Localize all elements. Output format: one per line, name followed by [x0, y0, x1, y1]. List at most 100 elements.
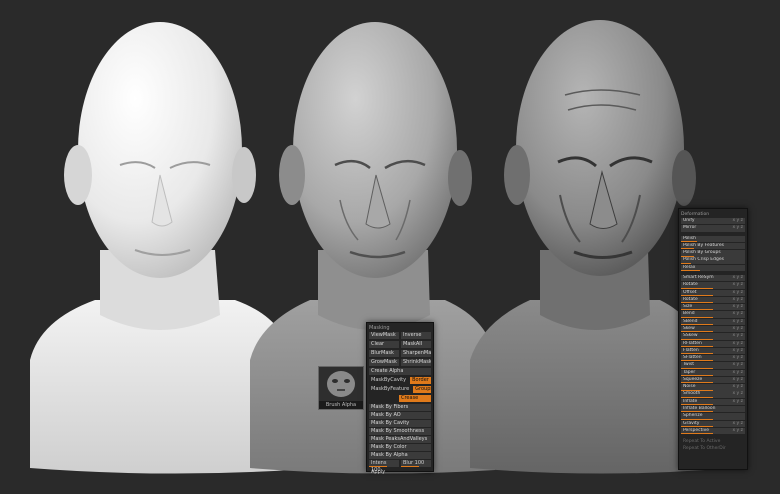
deformation-slider-fill [681, 316, 713, 318]
axis-toggle[interactable]: x y z [732, 225, 743, 231]
axis-toggle[interactable]: x y z [732, 304, 743, 310]
axis-toggle[interactable]: x y z [732, 391, 743, 397]
blur-slider[interactable]: Blur 100 [401, 460, 431, 467]
deformation-slider-fill [681, 294, 713, 296]
brush-alpha-thumbnail[interactable]: Brush Alpha [318, 366, 364, 410]
deformation-item[interactable]: Squeeze x y z [681, 376, 745, 384]
deformation-item[interactable]: SFlatten x y z [681, 355, 745, 362]
deformation-slider-fill [681, 433, 713, 435]
sharpen-mask-button[interactable]: SharpenMask [401, 350, 431, 357]
mask-by-alpha-button[interactable]: Mask By Alpha [369, 452, 431, 459]
deformation-item-label: Inflate Balloon [683, 406, 716, 412]
deformation-item[interactable]: SBend x y z [681, 318, 745, 326]
axis-toggle[interactable]: x y z [732, 377, 743, 383]
deformation-item[interactable]: Smooth x y z [681, 391, 745, 398]
axis-toggle[interactable]: x y z [732, 341, 743, 347]
crease-toggle[interactable]: Crease [399, 395, 431, 402]
deformation-item[interactable]: Relax [681, 264, 745, 272]
masking-panel: Masking ViewMask Inverse Clear MaskAll B… [366, 322, 434, 475]
deformation-slider-fill [681, 367, 713, 369]
axis-toggle[interactable]: x y z [732, 421, 743, 427]
axis-toggle[interactable]: x y z [732, 218, 743, 224]
deformation-slider-fill [681, 425, 713, 427]
mask-all-button[interactable]: MaskAll [401, 341, 431, 348]
deformation-item[interactable]: Polish [681, 235, 745, 242]
deformation-item[interactable]: Inflate x y z [681, 398, 745, 406]
mask-by-feature-label: MaskByFeature [371, 386, 410, 392]
axis-toggle[interactable]: x y z [732, 370, 743, 376]
axis-toggle[interactable]: Dir [719, 446, 726, 451]
deformation-slider-fill [681, 248, 694, 250]
mask-peaks-valleys-button[interactable]: Mask PeaksAndValleys [369, 436, 431, 443]
deformation-item-label: Squeeze [683, 376, 703, 382]
axis-toggle[interactable]: x y z [732, 275, 743, 281]
axis-toggle[interactable]: x y z [732, 290, 743, 296]
deformation-item[interactable]: Offset x y z [681, 289, 745, 296]
deformation-item[interactable]: Mirror x y z [681, 225, 745, 232]
axis-toggle[interactable]: x y z [732, 355, 743, 361]
masking-panel-title[interactable]: Masking [369, 325, 431, 332]
deformation-item[interactable]: Polish Crisp Edges [681, 257, 745, 264]
deformation-item[interactable]: Repeat To Active [681, 438, 745, 445]
groups-toggle[interactable]: Groups [413, 386, 431, 393]
axis-toggle[interactable]: x y z [732, 384, 743, 390]
mask-by-cavity-label: MaskByCavity [371, 377, 407, 383]
deformation-slider-fill [681, 302, 713, 304]
deformation-item[interactable]: Size x y z [681, 304, 745, 311]
deformation-item[interactable]: SSkew x y z [681, 333, 745, 340]
create-alpha-button[interactable]: Create Alpha [369, 368, 431, 375]
deformation-slider-fill [681, 255, 694, 257]
deformation-item-label: Relax [683, 264, 696, 270]
deformation-item[interactable]: Polish By Features [681, 242, 745, 250]
deformation-item[interactable]: Spherize [681, 413, 745, 420]
axis-toggle[interactable]: x y z [732, 326, 743, 332]
mask-by-smoothness-button[interactable]: Mask By Smoothness [369, 428, 431, 435]
deformation-item[interactable]: Unify x y z [681, 218, 745, 225]
deformation-item[interactable]: Repeat To OtherDir [681, 445, 745, 452]
deformation-item[interactable]: Bend x y z [681, 311, 745, 318]
deformation-item[interactable]: Rotate x y z [681, 282, 745, 289]
deformation-item[interactable]: Perspective x y z [681, 427, 745, 435]
axis-toggle[interactable]: x y z [732, 297, 743, 303]
axis-toggle[interactable]: x y z [732, 362, 743, 368]
deformation-item[interactable]: Skew x y z [681, 325, 745, 333]
axis-toggle[interactable]: x y z [732, 333, 743, 339]
deformation-item[interactable]: Inflate Balloon [681, 406, 745, 413]
axis-toggle[interactable]: x y z [732, 399, 743, 405]
view-mask-button[interactable]: ViewMask [369, 332, 399, 339]
axis-toggle[interactable]: x y z [732, 348, 743, 354]
deformation-item-label: Polish Crisp Edges [683, 257, 724, 263]
border-toggle[interactable]: Border [410, 377, 431, 384]
deformation-item-label: Taper [683, 369, 696, 375]
axis-toggle[interactable]: x y z [732, 282, 743, 288]
clear-mask-button[interactable]: Clear [369, 341, 399, 348]
deformation-item[interactable]: Rotate x y z [681, 296, 745, 304]
deformation-item[interactable]: RFlatten x y z [681, 340, 745, 347]
mask-by-cavity-button[interactable]: Mask By Cavity [369, 420, 431, 427]
deformation-item[interactable]: Taper x y z [681, 369, 745, 377]
deformation-item[interactable]: Polish By Groups [681, 250, 745, 257]
deformation-item-label: Polish By Groups [683, 250, 721, 256]
deformation-slider-fill [681, 382, 713, 384]
intensity-slider[interactable]: Intens 100 [369, 460, 399, 473]
deformation-item[interactable]: Twist x y z [681, 362, 745, 369]
deformation-item[interactable]: Flatten x y z [681, 347, 745, 355]
inverse-button[interactable]: Inverse [401, 332, 431, 339]
deformation-item[interactable]: Smart ReSym x y z [681, 274, 745, 282]
axis-toggle[interactable]: x y z [732, 428, 743, 434]
mask-by-color-button[interactable]: Mask By Color [369, 444, 431, 451]
deformation-item[interactable]: Noise x y z [681, 384, 745, 391]
deformation-item-label: Size [683, 304, 693, 310]
deformation-item-label: SFlatten [683, 355, 702, 361]
axis-toggle[interactable]: x y z [732, 319, 743, 325]
grow-mask-button[interactable]: GrowMask [369, 359, 399, 366]
mask-by-ao-button[interactable]: Mask By AO [369, 412, 431, 419]
deformation-item-label: Perspective [683, 427, 710, 433]
deformation-panel-title[interactable]: Deformation [681, 211, 745, 218]
blur-mask-button[interactable]: BlurMask [369, 350, 399, 357]
deformation-item-label: Unify [683, 218, 695, 223]
mask-by-fibers-button[interactable]: Mask By Fibers [369, 404, 431, 411]
shrink-mask-button[interactable]: ShrinkMask [401, 359, 431, 366]
deformation-item[interactable]: Gravity x y z [681, 420, 745, 427]
axis-toggle[interactable]: x y z [732, 311, 743, 317]
